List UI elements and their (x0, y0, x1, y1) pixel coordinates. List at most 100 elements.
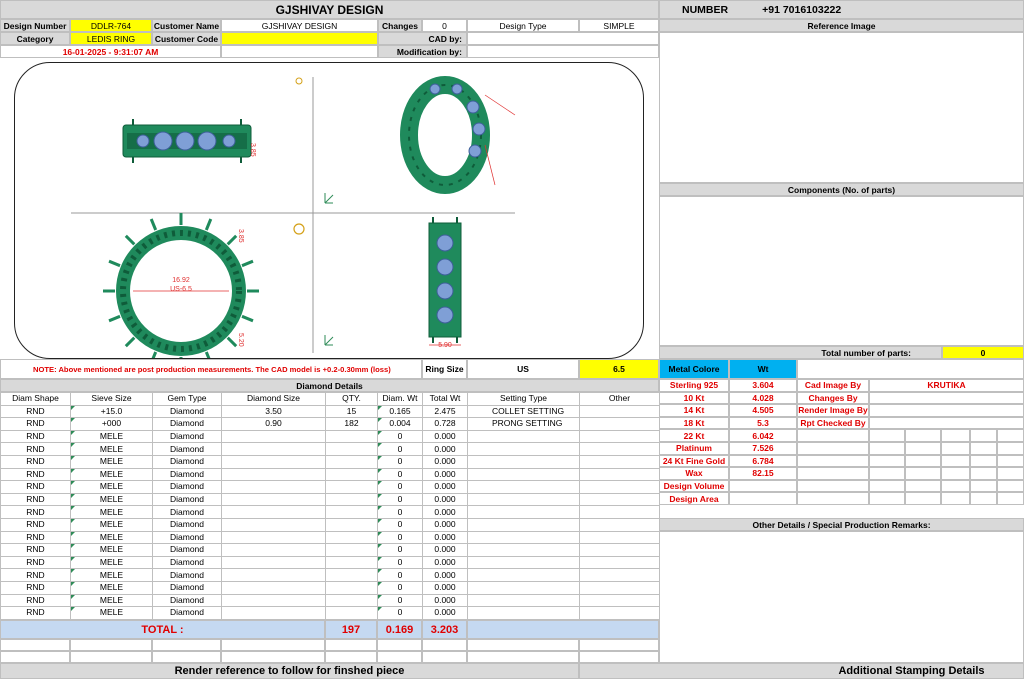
table-cell[interactable]: RND (0, 417, 71, 431)
table-cell[interactable] (325, 429, 378, 444)
table-cell[interactable] (467, 543, 580, 557)
table-cell[interactable] (325, 492, 378, 507)
table-cell[interactable] (325, 568, 378, 582)
table-cell[interactable] (221, 543, 326, 557)
table-cell[interactable] (579, 417, 660, 431)
table-cell[interactable]: MELE (70, 429, 153, 444)
table-cell[interactable]: MELE (70, 442, 153, 456)
credit-value[interactable] (869, 404, 1024, 417)
table-cell[interactable]: 0.000 (422, 568, 468, 582)
table-cell[interactable] (325, 580, 378, 595)
table-cell[interactable] (579, 429, 660, 444)
table-cell[interactable]: RND (0, 454, 71, 469)
table-cell[interactable]: 0.004 (377, 417, 423, 431)
table-cell[interactable]: RND (0, 593, 71, 608)
metal-weight[interactable] (729, 492, 797, 505)
metal-weight[interactable]: 7.526 (729, 442, 797, 455)
table-cell[interactable]: 0 (377, 606, 423, 620)
table-cell[interactable] (325, 467, 378, 482)
table-cell[interactable]: 0.000 (422, 429, 468, 444)
table-cell[interactable]: 0 (377, 543, 423, 557)
table-cell[interactable]: RND (0, 492, 71, 507)
table-cell[interactable]: MELE (70, 606, 153, 620)
table-cell[interactable]: Diamond (152, 505, 222, 519)
table-cell[interactable]: 0 (377, 555, 423, 570)
table-cell[interactable]: Diamond (152, 454, 222, 469)
table-cell[interactable]: 0.000 (422, 543, 468, 557)
table-cell[interactable]: 0 (377, 568, 423, 582)
metal-weight[interactable]: 3.604 (729, 379, 797, 392)
ring-standard[interactable]: US (467, 359, 579, 379)
table-cell[interactable]: MELE (70, 517, 153, 532)
table-cell[interactable]: Diamond (152, 467, 222, 482)
table-cell[interactable]: RND (0, 555, 71, 570)
table-cell[interactable]: PRONG SETTING (467, 417, 580, 431)
metal-weight[interactable]: 4.505 (729, 404, 797, 417)
table-cell[interactable]: 0.000 (422, 555, 468, 570)
table-cell[interactable]: 0 (377, 593, 423, 608)
table-cell[interactable] (467, 530, 580, 545)
table-cell[interactable]: 0 (377, 505, 423, 519)
table-cell[interactable]: RND (0, 429, 71, 444)
table-cell[interactable] (325, 517, 378, 532)
table-cell[interactable]: 0 (377, 467, 423, 482)
table-cell[interactable]: Diamond (152, 568, 222, 582)
table-cell[interactable] (579, 467, 660, 482)
table-cell[interactable] (579, 480, 660, 494)
table-cell[interactable]: RND (0, 543, 71, 557)
table-cell[interactable]: 182 (325, 417, 378, 431)
table-cell[interactable] (579, 530, 660, 545)
table-cell[interactable]: +15.0 (70, 404, 153, 419)
table-cell[interactable]: Diamond (152, 492, 222, 507)
table-cell[interactable] (325, 505, 378, 519)
table-cell[interactable]: Diamond (152, 606, 222, 620)
table-cell[interactable]: 0.000 (422, 593, 468, 608)
table-cell[interactable]: 0 (377, 580, 423, 595)
other-details-area[interactable] (659, 531, 1024, 663)
table-cell[interactable]: MELE (70, 454, 153, 469)
table-cell[interactable]: 0 (377, 517, 423, 532)
table-cell[interactable]: Diamond (152, 429, 222, 444)
table-cell[interactable]: 2.475 (422, 404, 468, 419)
table-cell[interactable]: 0.000 (422, 530, 468, 545)
table-cell[interactable]: COLLET SETTING (467, 404, 580, 419)
table-cell[interactable]: Diamond (152, 543, 222, 557)
table-cell[interactable]: 0 (377, 530, 423, 545)
table-cell[interactable] (467, 442, 580, 456)
table-cell[interactable] (579, 454, 660, 469)
table-cell[interactable]: 0.728 (422, 417, 468, 431)
table-cell[interactable]: RND (0, 442, 71, 456)
table-cell[interactable]: RND (0, 568, 71, 582)
table-cell[interactable] (467, 467, 580, 482)
table-cell[interactable] (325, 442, 378, 456)
table-cell[interactable]: Diamond (152, 442, 222, 456)
design-number-value[interactable]: DDLR-764 (70, 19, 152, 32)
table-cell[interactable] (325, 480, 378, 494)
table-cell[interactable]: 0 (377, 442, 423, 456)
table-cell[interactable]: RND (0, 606, 71, 620)
metal-weight[interactable]: 82.15 (729, 467, 797, 480)
table-cell[interactable]: RND (0, 580, 71, 595)
table-cell[interactable]: +000 (70, 417, 153, 431)
table-cell[interactable] (467, 505, 580, 519)
table-cell[interactable] (467, 580, 580, 595)
changes-value[interactable]: 0 (422, 19, 467, 32)
table-cell[interactable] (325, 454, 378, 469)
customer-name-value[interactable]: GJSHIVAY DESIGN (221, 19, 378, 32)
table-cell[interactable]: RND (0, 404, 71, 419)
table-cell[interactable] (467, 517, 580, 532)
table-cell[interactable]: MELE (70, 480, 153, 494)
table-cell[interactable]: 0 (377, 429, 423, 444)
table-cell[interactable]: 0.000 (422, 517, 468, 532)
table-cell[interactable]: MELE (70, 543, 153, 557)
table-cell[interactable]: 15 (325, 404, 378, 419)
design-type-value[interactable]: SIMPLE (579, 19, 659, 32)
table-cell[interactable] (221, 530, 326, 545)
table-cell[interactable] (467, 429, 580, 444)
table-cell[interactable] (579, 492, 660, 507)
cad-by-value[interactable] (467, 32, 659, 45)
table-cell[interactable]: MELE (70, 492, 153, 507)
table-cell[interactable] (325, 555, 378, 570)
table-cell[interactable]: RND (0, 505, 71, 519)
table-cell[interactable] (579, 517, 660, 532)
